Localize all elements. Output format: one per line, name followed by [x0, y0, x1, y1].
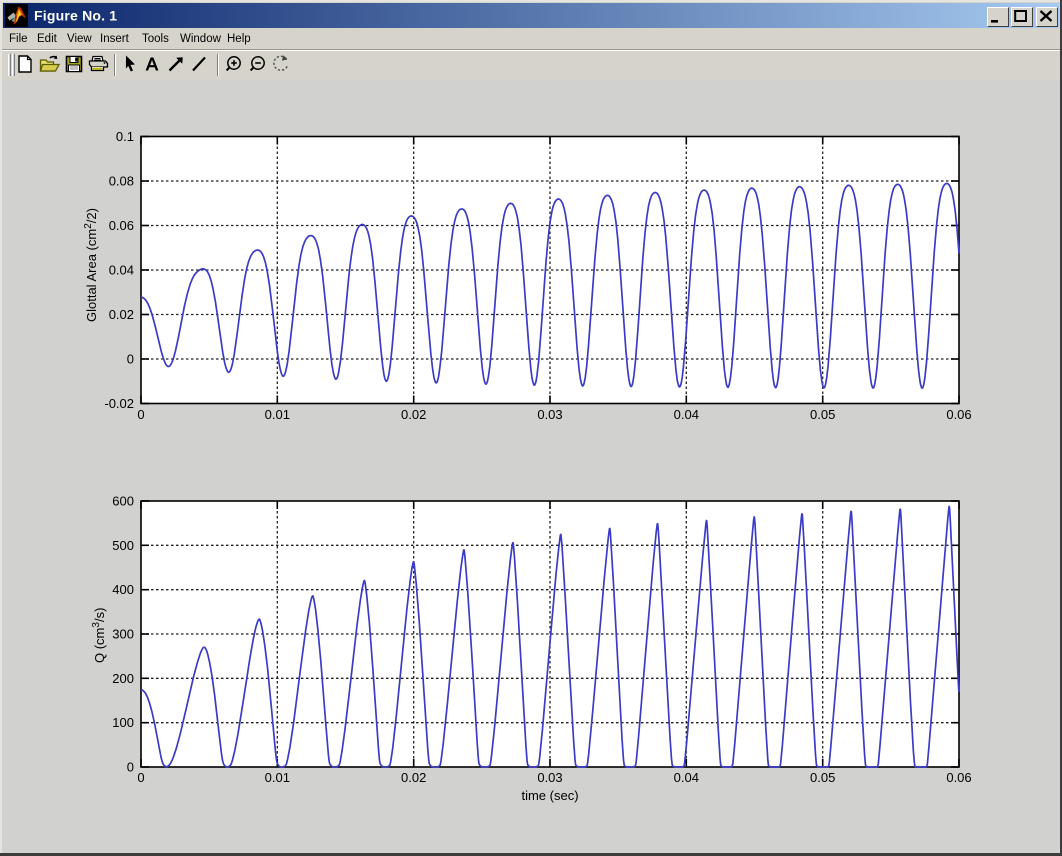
svg-text:0: 0 — [127, 352, 134, 367]
svg-text:Glottal Area (cm2/2): Glottal Area (cm2/2) — [83, 208, 99, 322]
svg-text:0.1: 0.1 — [116, 129, 134, 144]
svg-text:0.03: 0.03 — [537, 770, 562, 785]
svg-text:0: 0 — [137, 407, 144, 422]
svg-text:0.08: 0.08 — [109, 174, 134, 189]
svg-text:0.06: 0.06 — [946, 770, 971, 785]
svg-text:0.06: 0.06 — [109, 218, 134, 233]
svg-text:0.01: 0.01 — [265, 770, 290, 785]
svg-text:500: 500 — [112, 538, 134, 553]
svg-text:0.06: 0.06 — [946, 407, 971, 422]
svg-text:0.04: 0.04 — [674, 407, 699, 422]
svg-text:200: 200 — [112, 671, 134, 686]
svg-text:0.01: 0.01 — [265, 407, 290, 422]
svg-text:100: 100 — [112, 715, 134, 730]
svg-text:0: 0 — [127, 760, 134, 775]
svg-text:0.02: 0.02 — [401, 770, 426, 785]
svg-text:0.04: 0.04 — [674, 770, 699, 785]
svg-text:600: 600 — [112, 494, 134, 509]
svg-text:time (sec): time (sec) — [521, 788, 578, 803]
svg-text:0.05: 0.05 — [810, 407, 835, 422]
svg-text:Q (cm3/s): Q (cm3/s) — [91, 608, 107, 663]
svg-text:-0.02: -0.02 — [104, 396, 134, 411]
svg-text:300: 300 — [112, 627, 134, 642]
svg-text:400: 400 — [112, 582, 134, 597]
svg-text:0.02: 0.02 — [401, 407, 426, 422]
svg-text:0.03: 0.03 — [537, 407, 562, 422]
svg-text:0.02: 0.02 — [109, 307, 134, 322]
svg-text:0.04: 0.04 — [109, 263, 134, 278]
svg-text:0.05: 0.05 — [810, 770, 835, 785]
svg-text:0: 0 — [137, 770, 144, 785]
